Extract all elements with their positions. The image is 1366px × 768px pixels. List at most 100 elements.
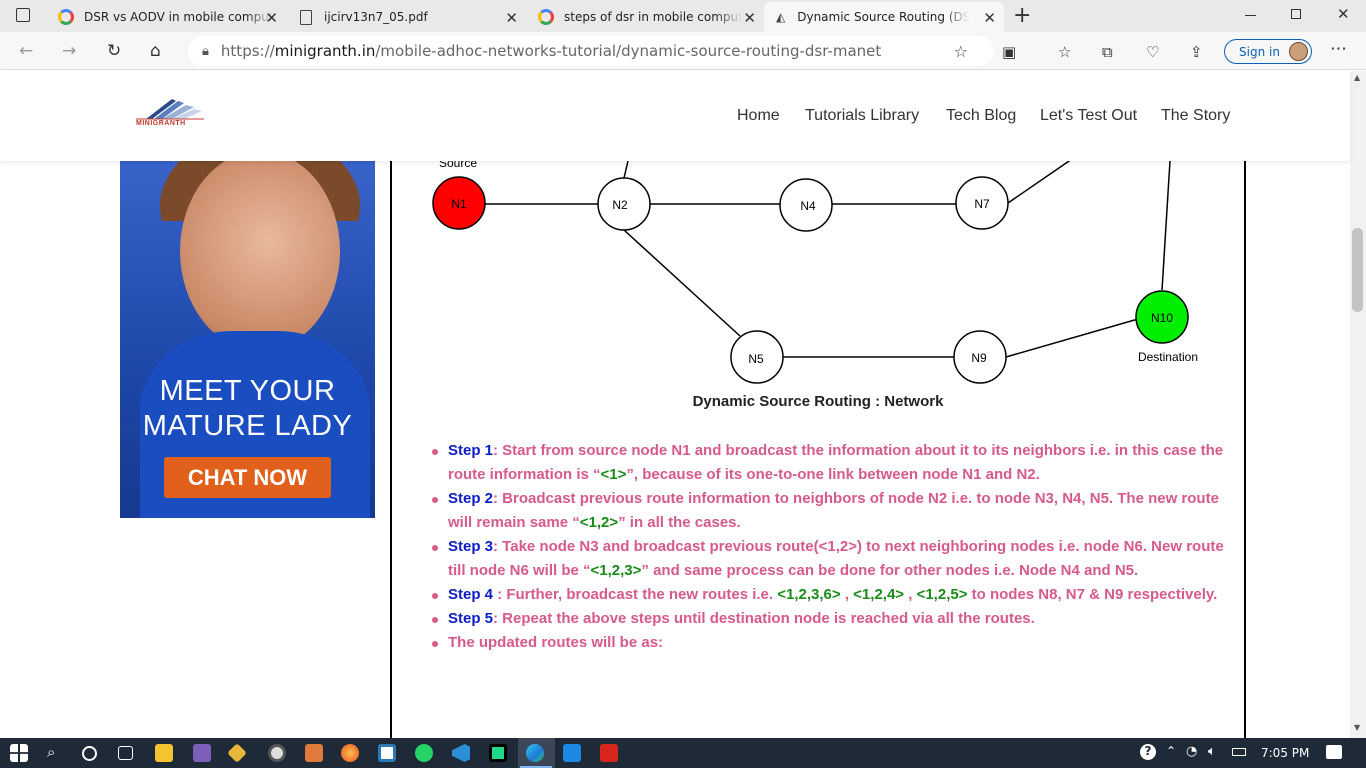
node-n4: N4	[779, 178, 833, 232]
list-item: Step 1: Start from source node N1 and br…	[432, 439, 1228, 487]
close-icon[interactable]: ✕	[505, 9, 518, 27]
edge-icon[interactable]	[526, 744, 544, 762]
close-icon[interactable]: ✕	[265, 9, 278, 27]
search-icon[interactable]: ⌕	[47, 743, 55, 761]
tab-dsr-active[interactable]: ◭ Dynamic Source Routing (DSR) | MANET ✕	[764, 2, 1004, 32]
show-hidden-icons[interactable]: ⌃	[1166, 744, 1176, 758]
ad-image-face	[180, 161, 340, 351]
whatsapp-icon[interactable]	[415, 744, 433, 762]
share-icon[interactable]: ⇪	[1190, 43, 1203, 61]
scroll-up-icon[interactable]: ▲	[1354, 73, 1360, 82]
sign-in-button[interactable]: Sign in	[1224, 39, 1312, 64]
google-icon	[538, 9, 554, 25]
taskbar: ⌕ ? ⌃ ◔ 🔈︎ 7:05 PM	[0, 738, 1366, 768]
volume-icon[interactable]: 🔈︎	[1208, 744, 1216, 759]
step-text: : Further, broadcast the new routes i.e.	[493, 586, 778, 603]
edge-n7-up	[1007, 161, 1071, 204]
favorites-icon[interactable]: ☆	[1058, 43, 1071, 61]
clock[interactable]: 7:05 PM	[1261, 746, 1309, 760]
site-logo[interactable]: MINIGRANTH	[132, 97, 206, 133]
nav-tutorials-library[interactable]: Tutorials Library	[805, 107, 919, 125]
vscode-icon[interactable]	[452, 744, 470, 762]
logo-graphic	[136, 99, 204, 120]
tab-title: Dynamic Source Routing (DSR) | MANET	[797, 10, 970, 24]
route-value: <1,2,4>	[853, 586, 905, 603]
mail-icon[interactable]	[563, 744, 581, 762]
node-label: N2	[612, 198, 628, 212]
collections-icon[interactable]: ⧉	[1102, 43, 1113, 61]
forward-icon[interactable]: →	[62, 41, 76, 61]
task-view-icon[interactable]	[118, 746, 133, 760]
list-item: The updated routes will be as:	[432, 631, 1228, 655]
edge-n10-up	[1161, 161, 1171, 291]
favorite-star-icon[interactable]: ☆	[954, 42, 968, 61]
list-item: Step 4 : Further, broadcast the new rout…	[432, 583, 1228, 607]
window-close-icon[interactable]: ✕	[1337, 5, 1350, 23]
nav-lets-test-out[interactable]: Let's Test Out	[1040, 107, 1137, 125]
node-n5: N5	[730, 330, 784, 384]
tab-dsr-vs-aodv[interactable]: DSR vs AODV in mobile computing ✕	[46, 2, 286, 32]
site-icon: ◭	[776, 10, 786, 24]
step-label: Step 4	[448, 586, 494, 603]
sign-in-label: Sign in	[1239, 44, 1280, 59]
visual-studio-icon[interactable]	[193, 744, 211, 762]
step-label: Step 2	[448, 490, 494, 507]
logo-text: MINIGRANTH	[136, 120, 186, 127]
nav-the-story[interactable]: The Story	[1161, 107, 1230, 125]
edge-n9-n10	[1005, 318, 1139, 358]
address-bar: ← → ↻ ⌂ 🔒︎ https://minigranth.in/mobile-…	[0, 32, 1366, 70]
source-label: Source	[439, 161, 477, 170]
notification-icon[interactable]	[1326, 745, 1342, 759]
help-icon[interactable]: ?	[1140, 744, 1156, 760]
cortana-icon[interactable]	[82, 746, 97, 761]
browser-essentials-icon[interactable]: ♡	[1146, 43, 1159, 61]
node-n9: N9	[953, 330, 1007, 384]
tab-actions-icon[interactable]	[16, 8, 30, 22]
pycharm-icon[interactable]	[489, 744, 507, 762]
refresh-icon[interactable]: ↻	[107, 41, 121, 61]
battery-icon[interactable]	[1232, 748, 1246, 756]
ad-chat-now-button[interactable]: CHAT NOW	[164, 457, 331, 498]
close-icon[interactable]: ✕	[743, 9, 756, 27]
route-value: <1,2,3,6>	[777, 586, 841, 603]
advertisement[interactable]: MEET YOUR MATURE LADY CHAT NOW	[120, 161, 375, 518]
windows-start-icon[interactable]	[10, 744, 28, 762]
tab-pdf[interactable]: ijcirv13n7_05.pdf ✕	[286, 2, 526, 32]
app-icon-orange[interactable]	[305, 744, 323, 762]
route-value: <1>	[600, 466, 627, 483]
step-label: Step 5	[448, 610, 494, 627]
url-field[interactable]: 🔒︎ https://minigranth.in/mobile-adhoc-ne…	[188, 36, 994, 66]
back-icon[interactable]: ←	[19, 41, 33, 61]
step-text: : Broadcast previous route information t…	[448, 490, 1219, 531]
scroll-down-icon[interactable]: ▼	[1354, 723, 1360, 732]
minimize-icon[interactable]	[1245, 15, 1256, 16]
route-value: <1,2,5>	[916, 586, 968, 603]
new-tab-icon[interactable]: +	[1013, 3, 1031, 28]
acrobat-icon[interactable]	[600, 744, 618, 762]
firefox-icon[interactable]	[341, 744, 359, 762]
scrollbar-thumb[interactable]	[1352, 228, 1363, 312]
git-icon[interactable]	[227, 743, 247, 763]
lock-icon: 🔒︎	[202, 43, 209, 59]
nav-home[interactable]: Home	[737, 107, 780, 125]
edge-n2-n5	[623, 229, 741, 337]
node-label: N1	[451, 197, 467, 211]
avatar	[1289, 42, 1308, 61]
more-menu-icon[interactable]: ⋯	[1330, 39, 1347, 59]
page-scrollbar[interactable]: ▲ ▼	[1350, 71, 1366, 738]
step-label: Step 3	[448, 538, 494, 555]
close-icon[interactable]: ✕	[983, 9, 996, 27]
tab-steps-of-dsr[interactable]: steps of dsr in mobile computing ✕	[526, 2, 764, 32]
restore-icon[interactable]	[1291, 9, 1301, 19]
wifi-icon[interactable]: ◔	[1186, 744, 1197, 759]
extensions-icon[interactable]: ▣	[1002, 43, 1016, 61]
step-text: to nodes N8, N7 & N9 respectively.	[967, 586, 1218, 603]
article: N1 N2 N4 N7 N5 N9 N10 Source Destination…	[390, 161, 1246, 738]
file-explorer-icon[interactable]	[155, 744, 173, 762]
nav-tech-blog[interactable]: Tech Blog	[946, 107, 1016, 125]
obs-icon[interactable]	[268, 744, 286, 762]
home-icon[interactable]: ⌂	[150, 41, 161, 61]
step-label: Step 1	[448, 442, 494, 459]
diagram-caption: Dynamic Source Routing : Network	[692, 393, 944, 410]
app-icon-l[interactable]	[378, 744, 396, 762]
